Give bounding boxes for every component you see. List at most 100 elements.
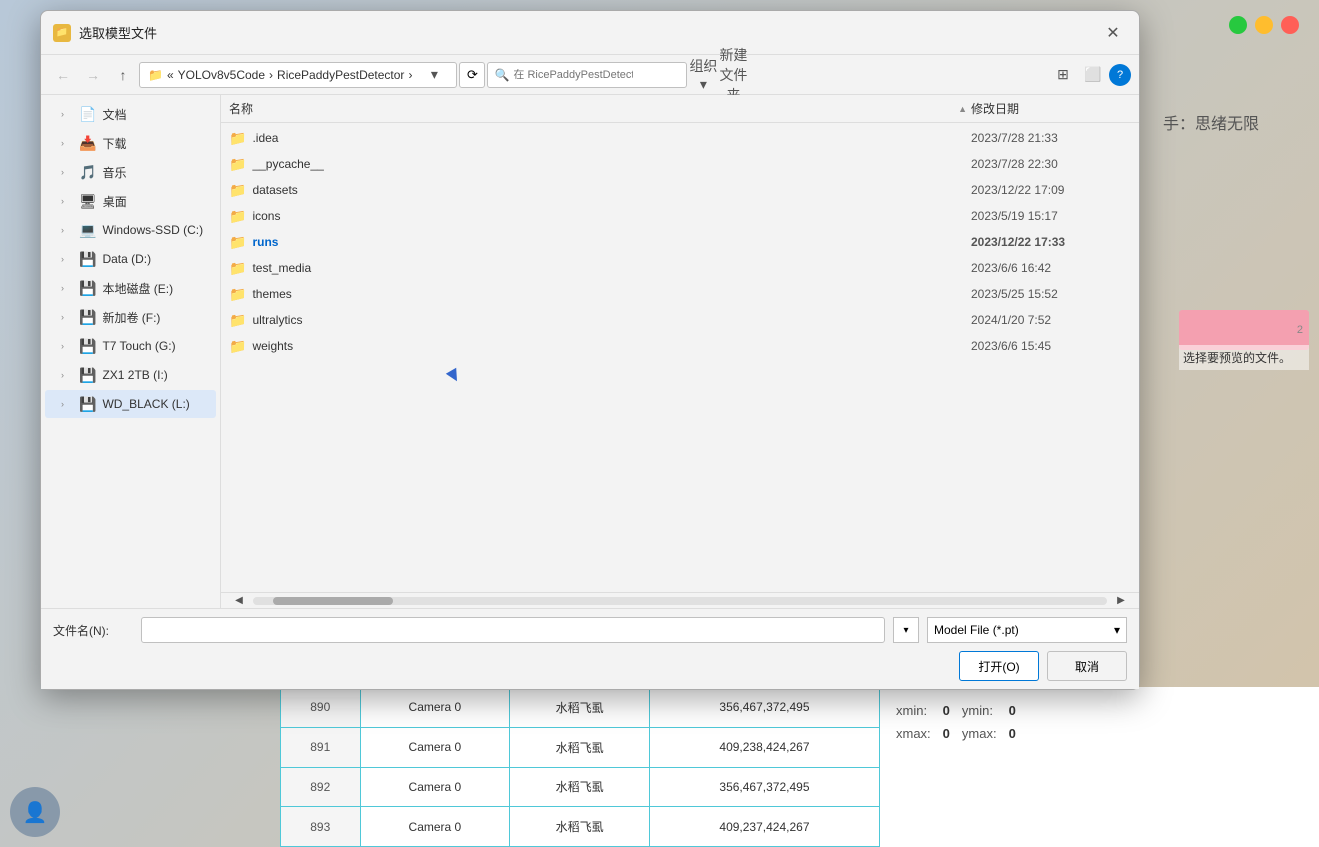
folder-icon: 📁 bbox=[229, 338, 246, 355]
ymin-value: 0 bbox=[1009, 703, 1016, 718]
row-coords: 409,238,424,267 bbox=[649, 727, 879, 767]
horizontal-scrollbar[interactable]: ◀ ▶ bbox=[221, 592, 1139, 608]
help-button[interactable]: ? bbox=[1109, 64, 1131, 86]
up-button[interactable]: ↑ bbox=[109, 61, 137, 89]
row-id: 890 bbox=[281, 688, 361, 728]
file-item-datasets[interactable]: 📁 datasets 2023/12/22 17:09 bbox=[221, 177, 1139, 203]
file-name: themes bbox=[252, 287, 965, 301]
file-date: 2023/6/6 16:42 bbox=[971, 261, 1131, 275]
open-button[interactable]: 打开(O) bbox=[959, 651, 1039, 681]
file-item-weights[interactable]: 📁 weights 2023/6/6 15:45 bbox=[221, 333, 1139, 359]
row-id: 892 bbox=[281, 767, 361, 807]
item-icon: 💾 bbox=[79, 396, 96, 413]
traffic-green[interactable] bbox=[1229, 16, 1247, 34]
preview-button[interactable]: ⬜ bbox=[1079, 61, 1107, 89]
folder-icon: 📁 bbox=[229, 156, 246, 173]
organize-button[interactable]: 组织 ▾ bbox=[689, 61, 717, 89]
filetype-label: Model File (*.pt) bbox=[934, 623, 1019, 637]
h-scroll-right[interactable]: ▶ bbox=[1107, 587, 1135, 609]
dialog-close-button[interactable]: ✕ bbox=[1099, 19, 1127, 47]
sidebar-item-wd-l[interactable]: › 💾 WD_BLACK (L:) bbox=[45, 390, 216, 418]
file-item-themes[interactable]: 📁 themes 2023/5/25 15:52 bbox=[221, 281, 1139, 307]
table-row[interactable]: 890 Camera 0 水稻飞虱 356,467,372,495 bbox=[281, 688, 880, 728]
item-label: T7 Touch (G:) bbox=[102, 339, 208, 353]
row-label: 水稻飞虱 bbox=[510, 688, 650, 728]
col-date-header: 修改日期 bbox=[971, 100, 1131, 117]
sidebar-item-documents[interactable]: › 📄 文档 bbox=[45, 100, 216, 128]
search-input[interactable] bbox=[513, 69, 633, 81]
file-item-test_media[interactable]: 📁 test_media 2023/6/6 16:42 bbox=[221, 255, 1139, 281]
sidebar-item-local-e[interactable]: › 💾 本地磁盘 (E:) bbox=[45, 274, 216, 302]
file-item-pycache[interactable]: 📁 __pycache__ 2023/7/28 22:30 bbox=[221, 151, 1139, 177]
traffic-yellow[interactable] bbox=[1255, 16, 1273, 34]
action-row: 打开(O) 取消 bbox=[53, 651, 1127, 681]
sidebar-item-t7-g[interactable]: › 💾 T7 Touch (G:) bbox=[45, 332, 216, 360]
search-icon: 🔍 bbox=[494, 68, 509, 82]
file-date: 2023/12/22 17:09 bbox=[971, 183, 1131, 197]
forward-button[interactable]: → bbox=[79, 61, 107, 89]
filename-row: 文件名(N): ▾ Model File (*.pt) ▾ bbox=[53, 617, 1127, 643]
file-item-idea[interactable]: 📁 .idea 2023/7/28 21:33 bbox=[221, 125, 1139, 151]
file-name: .idea bbox=[252, 131, 965, 145]
file-date: 2023/7/28 22:30 bbox=[971, 157, 1131, 171]
file-name: icons bbox=[252, 209, 965, 223]
file-item-ultralytics[interactable]: 📁 ultralytics 2024/1/20 7:52 bbox=[221, 307, 1139, 333]
ymax-value: 0 bbox=[1009, 726, 1016, 741]
folder-icon: 📁 bbox=[229, 130, 246, 147]
sidebar-item-zx1-i[interactable]: › 💾 ZX1 2TB (I:) bbox=[45, 361, 216, 389]
path-separator-1: « bbox=[167, 68, 174, 82]
traffic-lights bbox=[1229, 16, 1299, 34]
path-folder: RicePaddyPestDetector bbox=[277, 68, 404, 82]
user-avatar: 👤 bbox=[10, 787, 60, 837]
dialog-titlebar: 📁 选取模型文件 ✕ bbox=[41, 11, 1139, 55]
row-coords: 409,237,424,267 bbox=[649, 807, 879, 847]
row-label: 水稻飞虱 bbox=[510, 807, 650, 847]
ymin-label: ymin: bbox=[962, 703, 997, 718]
item-label: Data (D:) bbox=[102, 252, 208, 266]
row-camera: Camera 0 bbox=[360, 807, 510, 847]
back-button[interactable]: ← bbox=[49, 61, 77, 89]
sidebar-item-downloads[interactable]: › 📥 下载 bbox=[45, 129, 216, 157]
chevron-icon: › bbox=[61, 167, 73, 177]
file-item-runs[interactable]: 📁 runs 2023/12/22 17:33 bbox=[221, 229, 1139, 255]
sidebar-item-new-vol-f[interactable]: › 💾 新加卷 (F:) bbox=[45, 303, 216, 331]
filename-dropdown[interactable]: ▾ bbox=[893, 617, 919, 643]
bottom-data-area: 890 Camera 0 水稻飞虱 356,467,372,495 891 Ca… bbox=[280, 687, 1319, 847]
item-label: ZX1 2TB (I:) bbox=[102, 368, 208, 382]
filename-label: 文件名(N): bbox=[53, 622, 133, 639]
folder-icon: 📁 bbox=[229, 286, 246, 303]
cancel-button[interactable]: 取消 bbox=[1047, 651, 1127, 681]
ymax-label: ymax: bbox=[962, 726, 997, 741]
item-icon: 💾 bbox=[79, 338, 96, 355]
h-scroll-left[interactable]: ◀ bbox=[225, 587, 253, 609]
item-icon: 💾 bbox=[79, 251, 96, 268]
sidebar-item-windows-ssd[interactable]: › 💻 Windows-SSD (C:) bbox=[45, 216, 216, 244]
file-item-icons[interactable]: 📁 icons 2023/5/19 15:17 bbox=[221, 203, 1139, 229]
chevron-icon: › bbox=[61, 370, 73, 380]
sidebar-item-data-d[interactable]: › 💾 Data (D:) bbox=[45, 245, 216, 273]
item-icon: 💻 bbox=[79, 222, 96, 239]
new-folder-button[interactable]: 新建文件夹 bbox=[719, 61, 747, 89]
view-options-button[interactable]: ⊞ bbox=[1049, 61, 1077, 89]
chevron-icon: › bbox=[61, 225, 73, 235]
filename-input[interactable] bbox=[141, 617, 885, 643]
traffic-red[interactable] bbox=[1281, 16, 1299, 34]
item-icon: 📄 bbox=[79, 106, 96, 123]
table-row[interactable]: 893 Camera 0 水稻飞虱 409,237,424,267 bbox=[281, 807, 880, 847]
file-list: 📁 .idea 2023/7/28 21:33 📁 __pycache__ 20… bbox=[221, 123, 1139, 592]
sidebar-item-desktop[interactable]: › 🖥 桌面 bbox=[45, 187, 216, 215]
file-name: test_media bbox=[252, 261, 965, 275]
address-dropdown[interactable]: ▾ bbox=[420, 61, 448, 89]
folder-icon: 📁 bbox=[229, 208, 246, 225]
table-row[interactable]: 892 Camera 0 水稻飞虱 356,467,372,495 bbox=[281, 767, 880, 807]
row-camera: Camera 0 bbox=[360, 727, 510, 767]
file-name: __pycache__ bbox=[252, 157, 965, 171]
table-row[interactable]: 891 Camera 0 水稻飞虱 409,238,424,267 bbox=[281, 727, 880, 767]
h-scroll-thumb[interactable] bbox=[273, 597, 393, 605]
col-name-header: 名称 bbox=[229, 100, 954, 117]
filetype-select[interactable]: Model File (*.pt) ▾ bbox=[927, 617, 1127, 643]
xmax-label: xmax: bbox=[896, 726, 931, 741]
refresh-button[interactable]: ⟳ bbox=[459, 62, 485, 88]
column-header: 名称 ▲ 修改日期 bbox=[221, 95, 1139, 123]
sidebar-item-music[interactable]: › 🎵 音乐 bbox=[45, 158, 216, 186]
